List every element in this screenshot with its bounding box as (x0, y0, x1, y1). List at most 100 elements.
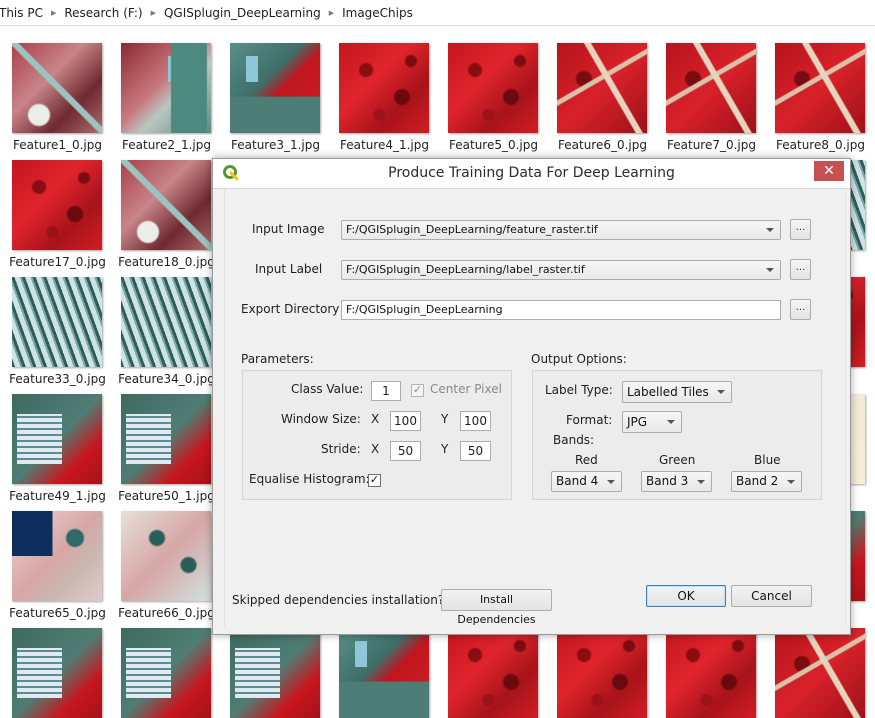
equalise-histogram-checkbox[interactable]: ✓ (368, 474, 381, 487)
file-name: Feature33_0.jpg (9, 372, 106, 386)
class-value-input[interactable]: 1 (371, 381, 401, 401)
thumbnail-image (775, 43, 865, 133)
export-directory-label: Export Directory (241, 302, 340, 316)
close-button[interactable]: ✕ (814, 161, 844, 181)
format-label: Format: (566, 413, 613, 427)
thumbnail-image (121, 394, 211, 484)
blue-band-dropdown[interactable]: Band 2 (731, 471, 802, 492)
output-options-heading: Output Options: (531, 352, 627, 366)
input-label-label: Input Label (255, 262, 323, 276)
thumbnail-image (448, 43, 538, 133)
browse-input-label-button[interactable]: ... (790, 259, 811, 280)
green-band-label: Green (659, 453, 696, 467)
browse-input-image-button[interactable]: ... (790, 219, 811, 240)
thumbnail-image (666, 43, 756, 133)
thumbnail-image (339, 43, 429, 133)
stride-y-label: Y (441, 442, 449, 456)
file-name: Feature5_0.jpg (449, 138, 538, 152)
file-name: Feature6_0.jpg (558, 138, 647, 152)
thumbnail-image (230, 43, 320, 133)
file-name: Feature8_0.jpg (776, 138, 865, 152)
thumbnail-image (775, 628, 865, 718)
input-image-combobox[interactable]: F:/QGISplugin_DeepLearning/feature_raste… (341, 220, 781, 240)
format-dropdown[interactable]: JPG (622, 411, 682, 433)
equalise-histogram-label: Equalise Histogram: (249, 472, 370, 486)
dropdown-arrow-icon (766, 228, 774, 232)
file-name: Feature4_1.jpg (340, 138, 429, 152)
thumbnail-image (557, 628, 647, 718)
input-image-value: F:/QGISplugin_DeepLearning/feature_raste… (346, 223, 598, 236)
chevron-right-icon[interactable]: ▶ (326, 9, 337, 17)
ok-button[interactable]: OK (646, 585, 726, 607)
input-label-combobox[interactable]: F:/QGISplugin_DeepLearning/label_raster.… (341, 260, 781, 280)
file-name: Feature2_1.jpg (122, 138, 211, 152)
thumbnail-image (12, 43, 102, 133)
thumbnail-image (121, 277, 211, 367)
thumbnail-image (12, 277, 102, 367)
thumbnail-image (12, 511, 102, 601)
dialog-titlebar[interactable]: Produce Training Data For Deep Learning … (213, 159, 850, 189)
skipped-dependencies-text: Skipped dependencies installation? (232, 593, 445, 607)
window-size-y-input[interactable]: 100 (460, 411, 491, 431)
window-size-x-input[interactable]: 100 (390, 411, 421, 431)
file-name: Feature18_0.jpg (118, 255, 215, 269)
thumbnail-image (339, 628, 429, 718)
label-type-label: Label Type: (545, 383, 613, 397)
browse-export-directory-button[interactable]: ... (790, 299, 811, 320)
file-name: Feature17_0.jpg (9, 255, 106, 269)
thumbnail-image (121, 43, 211, 133)
input-label-value: F:/QGISplugin_DeepLearning/label_raster.… (346, 263, 585, 276)
thumbnail-image (121, 160, 211, 250)
center-pixel-checkbox[interactable]: ✓ (411, 384, 424, 397)
stride-x-input[interactable]: 50 (390, 441, 421, 461)
thumbnail-image (448, 628, 538, 718)
stride-label: Stride: (321, 442, 361, 456)
thumbnail-image (230, 628, 320, 718)
cancel-button[interactable]: Cancel (731, 585, 812, 607)
chevron-right-icon[interactable]: ▶ (148, 9, 159, 17)
dialog-title: Produce Training Data For Deep Learning (388, 165, 675, 181)
breadcrumb-research-drive[interactable]: Research (F:) (59, 6, 147, 20)
address-bar[interactable]: This PC ▶ Research (F:) ▶ QGISplugin_Dee… (0, 0, 875, 26)
export-directory-input[interactable]: F:/QGISplugin_DeepLearning (341, 300, 781, 320)
window-x-label: X (371, 412, 380, 426)
stride-x-label: X (371, 442, 380, 456)
input-image-label: Input Image (252, 222, 325, 236)
green-band-dropdown[interactable]: Band 3 (641, 471, 712, 492)
dropdown-arrow-icon (697, 480, 705, 484)
breadcrumb-plugin-folder[interactable]: QGISplugin_DeepLearning (159, 6, 326, 20)
parameters-heading: Parameters: (241, 352, 314, 366)
thumbnail-image (121, 628, 211, 718)
file-name: Feature3_1.jpg (231, 138, 320, 152)
breadcrumb-imagechips[interactable]: ImageChips (337, 6, 418, 20)
thumbnail-image (12, 394, 102, 484)
dropdown-arrow-icon (787, 480, 795, 484)
thumbnail-image (12, 628, 102, 718)
thumbnail-image (557, 43, 647, 133)
bands-label: Bands: (553, 433, 595, 447)
file-name: Feature34_0.jpg (118, 372, 215, 386)
produce-training-data-dialog: Produce Training Data For Deep Learning … (212, 158, 851, 635)
stride-y-input[interactable]: 50 (460, 441, 491, 461)
thumbnail-image (121, 511, 211, 601)
dropdown-arrow-icon (667, 420, 675, 424)
red-band-label: Red (575, 453, 598, 467)
format-value: JPG (627, 415, 648, 429)
install-dependencies-button[interactable]: Install Dependencies (441, 589, 552, 626)
file-name: Feature66_0.jpg (118, 606, 215, 620)
red-band-dropdown[interactable]: Band 4 (551, 471, 622, 492)
breadcrumb-this-pc[interactable]: This PC (0, 6, 48, 20)
file-name: Feature50_1.jpg (118, 489, 215, 503)
dropdown-arrow-icon (607, 480, 615, 484)
file-name: Feature1_0.jpg (13, 138, 102, 152)
label-type-dropdown[interactable]: Labelled Tiles (622, 381, 732, 403)
thumbnail-image (666, 628, 756, 718)
window-y-label: Y (441, 412, 449, 426)
dropdown-arrow-icon (717, 390, 725, 394)
chevron-right-icon[interactable]: ▶ (48, 9, 59, 17)
file-name: Feature49_1.jpg (9, 489, 106, 503)
class-value-label: Class Value: (291, 382, 364, 396)
center-pixel-label: Center Pixel (430, 382, 502, 396)
thumbnail-image (12, 160, 102, 250)
output-options-group: Label Type: Labelled Tiles Format: JPG B… (532, 370, 822, 500)
